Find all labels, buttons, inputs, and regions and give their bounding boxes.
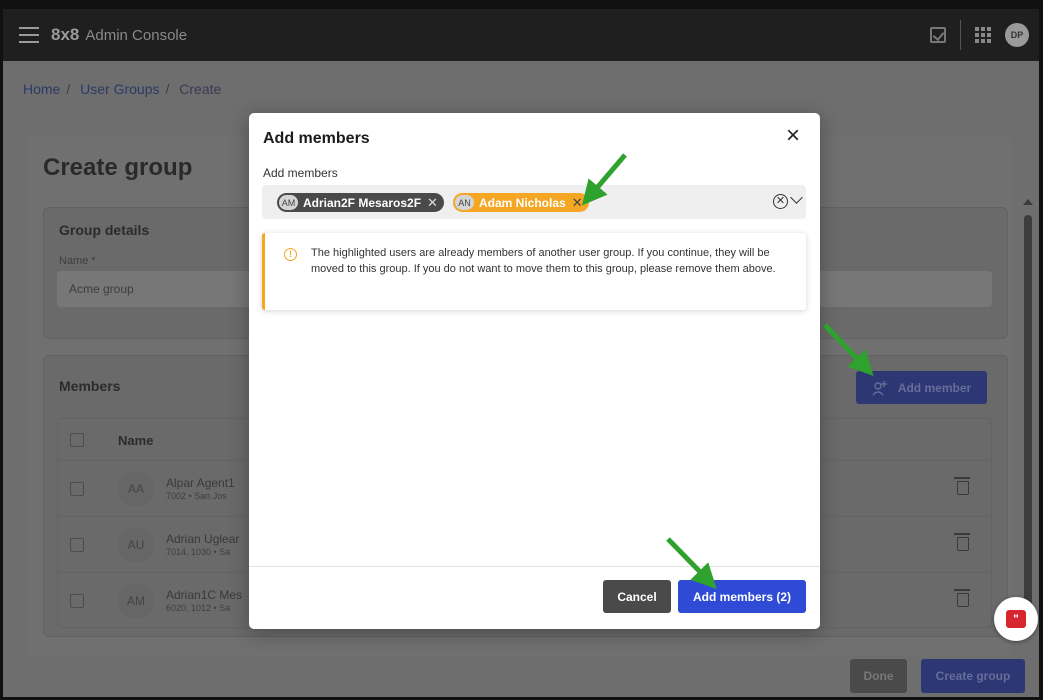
alert-message: The highlighted users are already member…	[311, 247, 776, 275]
member-details: 7002 • San Jos	[166, 491, 227, 501]
close-icon[interactable]: ×	[783, 124, 803, 148]
add-members-select[interactable]: AM Adrian2F Mesaros2F ✕ AN Adam Nicholas…	[262, 185, 806, 219]
remove-chip-icon[interactable]: ✕	[572, 196, 583, 209]
warning-icon: !	[284, 248, 297, 261]
add-members-dialog: Add members × Add members AM Adrian2F Me…	[249, 113, 820, 629]
add-person-icon	[872, 380, 887, 395]
remove-chip-icon[interactable]: ✕	[427, 196, 438, 209]
breadcrumb-user-groups[interactable]: User Groups	[80, 81, 159, 97]
member-chip: AM Adrian2F Mesaros2F ✕	[277, 193, 444, 212]
row-checkbox[interactable]	[70, 482, 84, 496]
page-scrollbar[interactable]	[1024, 215, 1032, 615]
row-checkbox[interactable]	[70, 594, 84, 608]
add-members-button[interactable]: Add members (2)	[678, 580, 806, 613]
member-details: 6020, 1012 • Sa	[166, 603, 231, 613]
user-avatar[interactable]: DP	[1005, 23, 1029, 47]
brand-logo: 8x8	[51, 25, 80, 44]
menu-icon[interactable]	[19, 27, 39, 43]
chip-avatar: AM	[279, 195, 298, 210]
row-checkbox[interactable]	[70, 538, 84, 552]
trash-icon[interactable]	[954, 477, 970, 495]
divider	[960, 20, 961, 50]
group-details-heading: Group details	[59, 222, 150, 238]
add-member-label: Add member	[897, 380, 972, 395]
breadcrumb-separator: /	[165, 81, 170, 97]
done-button[interactable]: Done	[850, 659, 907, 693]
avatar: AA	[118, 471, 154, 507]
app-title: Admin Console	[85, 26, 188, 44]
trash-icon[interactable]	[954, 589, 970, 607]
name-label: Name *	[59, 255, 96, 267]
members-heading: Members	[59, 378, 121, 394]
select-all-checkbox[interactable]	[70, 433, 84, 447]
scroll-up-arrow[interactable]	[1023, 199, 1033, 205]
chip-avatar: AN	[455, 195, 474, 210]
breadcrumb-separator: /	[66, 81, 71, 97]
footer-divider	[249, 566, 820, 567]
warning-alert: ! The highlighted users are already memb…	[262, 233, 806, 310]
clear-icon[interactable]: ✕	[773, 194, 788, 209]
avatar: AM	[118, 583, 154, 619]
chat-icon: "	[1006, 610, 1026, 628]
chevron-down-icon[interactable]	[790, 191, 803, 204]
create-group-button[interactable]: Create group	[921, 659, 1025, 693]
cancel-button[interactable]: Cancel	[603, 580, 671, 613]
dialog-title: Add members	[263, 130, 370, 147]
member-details: 7014, 1030 • Sa	[166, 547, 231, 557]
member-name: Adrian Uglear	[166, 532, 240, 546]
apps-grid-icon[interactable]	[975, 27, 991, 43]
group-name-value: Acme group	[69, 282, 134, 296]
chip-label: Adrian2F Mesaros2F	[303, 195, 422, 210]
chip-label: Adam Nicholas	[479, 195, 566, 210]
add-members-label: Add members	[263, 166, 338, 180]
chat-button[interactable]: "	[994, 597, 1038, 641]
tasks-icon[interactable]	[930, 27, 946, 43]
trash-icon[interactable]	[954, 533, 970, 551]
page-title: Create group	[43, 154, 193, 181]
member-chip-highlighted: AN Adam Nicholas ✕	[453, 193, 589, 212]
column-name[interactable]: Name	[118, 433, 153, 448]
add-member-button[interactable]: Add member	[856, 371, 987, 404]
breadcrumb-home[interactable]: Home	[23, 81, 60, 97]
member-name: Alpar Agent1	[166, 476, 235, 490]
top-right-actions: DP	[930, 9, 1029, 61]
avatar: AU	[118, 527, 154, 563]
top-bar: 8x8 Admin Console DP	[3, 9, 1039, 61]
breadcrumb: Home / User Groups / Create	[23, 81, 227, 97]
member-name: Adrian1C Mes	[166, 588, 243, 602]
breadcrumb-current: Create	[179, 81, 222, 97]
app-frame: 8x8 Admin Console DP Home / User Groups / …	[0, 0, 1043, 700]
